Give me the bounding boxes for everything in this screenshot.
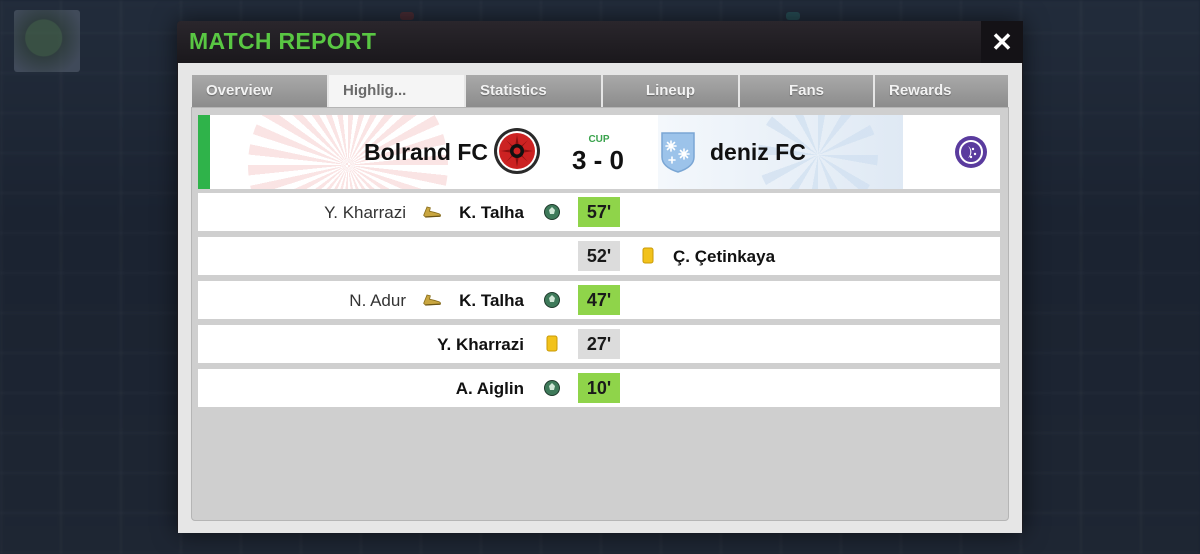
ball-icon: [544, 292, 560, 308]
ball-icon: [544, 204, 560, 220]
yellow-card-icon: [642, 247, 654, 264]
event-minute: 47': [578, 285, 620, 315]
event-minute: 27': [578, 329, 620, 359]
assist-boot-icon: [423, 294, 441, 306]
assist-boot-icon: [423, 206, 441, 218]
home-player: A. Aiglin: [455, 379, 524, 398]
scoreboard: Bolrand FC CUP 3 - 0 deniz FC: [198, 115, 1000, 189]
final-score: 3 - 0: [571, 145, 625, 175]
away-team-name: deniz FC: [710, 139, 806, 165]
competition-label: CUP: [588, 134, 610, 145]
home-team-name: Bolrand FC: [364, 139, 488, 165]
away-player: Ç. Çetinkaya: [673, 247, 776, 266]
away-team-crest-icon: [661, 132, 695, 173]
background-thumbnail: [14, 10, 80, 72]
event-minute: 57': [578, 197, 620, 227]
background-decoration: [400, 12, 414, 20]
home-team-crest-icon: [494, 128, 540, 174]
highlights-content: Bolrand FC CUP 3 - 0 deniz FC Y. Kharraz…: [178, 43, 1024, 513]
event-row: A. Aiglin 10': [198, 369, 1000, 407]
home-player: K. Talha: [459, 203, 524, 222]
replay-icon: [959, 140, 983, 164]
yellow-card-icon: [546, 335, 558, 352]
event-row: Y. Kharrazi 27': [198, 325, 1000, 363]
team-accent-bar: [198, 115, 210, 189]
event-minute: 52': [578, 241, 620, 271]
event-row: Y. Kharrazi K. Talha 57': [198, 193, 1000, 231]
home-player: K. Talha: [459, 291, 524, 310]
event-row: N. Adur K. Talha 47': [198, 281, 1000, 319]
assist-player: Y. Kharrazi: [324, 203, 406, 222]
event-minute: 10': [578, 373, 620, 403]
event-row: 52' Ç. Çetinkaya: [198, 237, 1000, 275]
ball-icon: [544, 380, 560, 396]
background-decoration: [786, 12, 800, 20]
home-player: Y. Kharrazi: [437, 335, 524, 354]
assist-player: N. Adur: [349, 291, 406, 310]
replay-button[interactable]: [955, 136, 987, 168]
